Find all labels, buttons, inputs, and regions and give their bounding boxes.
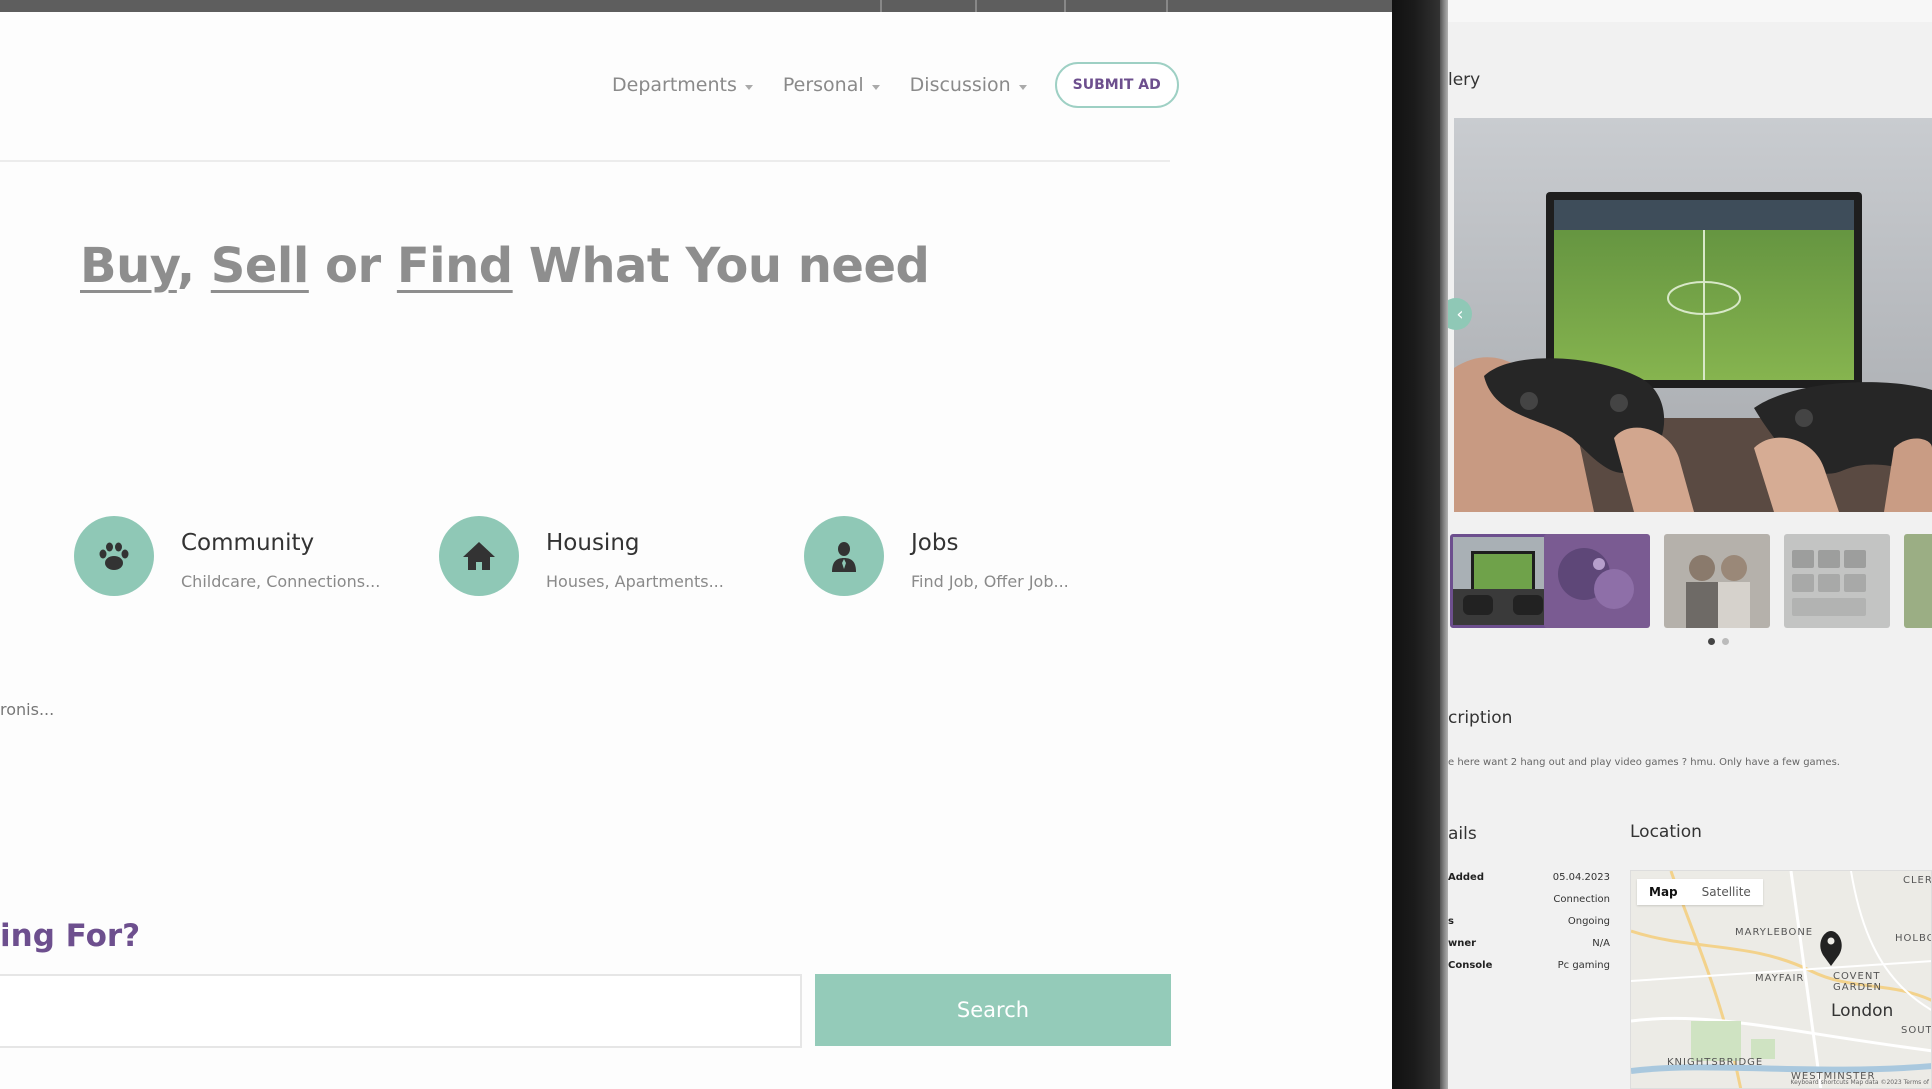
detail-row: Console Pc gaming — [1448, 960, 1610, 982]
detail-row: s Ongoing — [1448, 916, 1610, 938]
category-title: Community — [181, 530, 315, 556]
hero-heading: Buy, Sell or Find What You need — [80, 238, 930, 294]
category-title: Housing — [546, 530, 640, 556]
detail-row: wner N/A — [1448, 938, 1610, 960]
details-table: Added 05.04.2023 Connection s Ongoing wn… — [1448, 872, 1610, 982]
category-community[interactable]: Community Childcare, Connections... — [74, 516, 380, 596]
nav-discussion-label: Discussion — [909, 74, 1011, 96]
nav-personal-label: Personal — [782, 74, 864, 96]
category-subtitle: Childcare, Connections... — [181, 572, 381, 591]
detail-row: Connection — [1448, 894, 1610, 916]
category-subtitle: Find Job, Offer Job... — [911, 572, 1069, 591]
map-label: MARYLEBONE — [1735, 927, 1814, 938]
description-heading: cription — [1448, 708, 1513, 728]
map-label: CLER — [1903, 875, 1932, 886]
map-tab-map[interactable]: Map — [1637, 879, 1690, 905]
gallery-thumbnail[interactable] — [1784, 534, 1890, 628]
header-divider — [0, 160, 1170, 162]
person-icon — [804, 516, 884, 596]
location-map[interactable]: Map Satellite MARYLEBONE MAYFAIR COVENT … — [1630, 870, 1932, 1089]
map-label: MAYFAIR — [1755, 973, 1805, 984]
gallery-thumbnail[interactable] — [1664, 534, 1770, 628]
strip-divider — [1064, 0, 1066, 12]
map-type-tabs: Map Satellite — [1637, 879, 1763, 905]
detail-key: Added — [1448, 872, 1484, 883]
location-heading: Location — [1630, 822, 1702, 842]
detail-value: 05.04.2023 — [1552, 872, 1610, 883]
category-jobs[interactable]: Jobs Find Job, Offer Job... — [804, 516, 1069, 596]
chevron-left-icon: ‹ — [1456, 303, 1464, 325]
category-title: Jobs — [911, 530, 959, 556]
nav-departments[interactable]: Departments — [612, 74, 753, 96]
gallery-pagination — [1708, 638, 1736, 645]
category-subtitle-partial: ronis... — [0, 700, 55, 719]
gallery-thumbnail[interactable] — [1904, 534, 1932, 628]
chevron-down-icon — [871, 84, 880, 90]
map-city-label: London — [1831, 1001, 1894, 1021]
search-button[interactable]: Search — [815, 974, 1171, 1046]
submit-ad-button[interactable]: SUBMIT AD — [1054, 62, 1179, 108]
map-label: HOLBO — [1895, 933, 1932, 944]
hero-rest: What You need — [512, 238, 930, 294]
nav-discussion[interactable]: Discussion — [910, 74, 1027, 96]
paw-icon — [74, 516, 154, 596]
hero-word-find: Find — [396, 238, 513, 294]
search-heading: ing For? — [0, 918, 141, 954]
map-label: SOUTH — [1901, 1025, 1932, 1036]
nav-departments-label: Departments — [612, 74, 737, 96]
detail-key: s — [1448, 916, 1454, 927]
chevron-down-icon — [1018, 84, 1027, 90]
detail-row: Added 05.04.2023 — [1448, 872, 1610, 894]
nav-personal[interactable]: Personal — [783, 74, 880, 96]
pagination-dot[interactable] — [1708, 638, 1715, 645]
hero-word-sell: Sell — [210, 238, 310, 294]
map-label: KNIGHTSBRIDGE — [1667, 1057, 1764, 1068]
detail-value: Pc gaming — [1557, 960, 1610, 971]
detail-value: N/A — [1592, 938, 1610, 949]
main-navigation: Departments Personal Discussion SUBMIT A… — [612, 62, 1179, 108]
house-icon — [439, 516, 519, 596]
category-subtitle: Houses, Apartments... — [546, 572, 724, 591]
classifieds-home-screen: Departments Personal Discussion SUBMIT A… — [0, 0, 1392, 1089]
detail-key: Console — [1448, 960, 1493, 971]
detail-key: wner — [1448, 938, 1477, 949]
gallery-thumbnail[interactable] — [1450, 534, 1556, 628]
strip-divider — [975, 0, 977, 12]
hero-separator: or — [308, 238, 397, 294]
detail-value: Connection — [1553, 894, 1610, 905]
pagination-dot[interactable] — [1722, 638, 1729, 645]
ad-detail-screen: lery ‹ cription e here want 2 hang out a… — [1448, 0, 1932, 1089]
description-text: e here want 2 hang out and play video ga… — [1448, 757, 1840, 768]
gallery-heading: lery — [1448, 70, 1481, 90]
chevron-down-icon — [744, 84, 753, 90]
search-input[interactable] — [0, 974, 802, 1048]
strip-divider — [1166, 0, 1168, 12]
map-tab-satellite[interactable]: Satellite — [1690, 879, 1763, 905]
map-attribution: Keyboard shortcuts Map data ©2023 Terms … — [1790, 1079, 1929, 1086]
browser-top-strip — [0, 0, 1392, 12]
hero-separator: , — [176, 238, 211, 294]
detail-top-bar — [1448, 0, 1932, 22]
gallery-main-image[interactable] — [1454, 118, 1932, 512]
detail-value: Ongoing — [1567, 916, 1610, 927]
strip-divider — [880, 0, 882, 12]
gallery-thumbnail[interactable] — [1544, 534, 1650, 628]
category-housing[interactable]: Housing Houses, Apartments... — [439, 516, 724, 596]
details-heading: ails — [1448, 824, 1477, 844]
map-label: COVENT GARDEN — [1833, 971, 1883, 993]
hero-word-buy: Buy — [80, 238, 177, 294]
